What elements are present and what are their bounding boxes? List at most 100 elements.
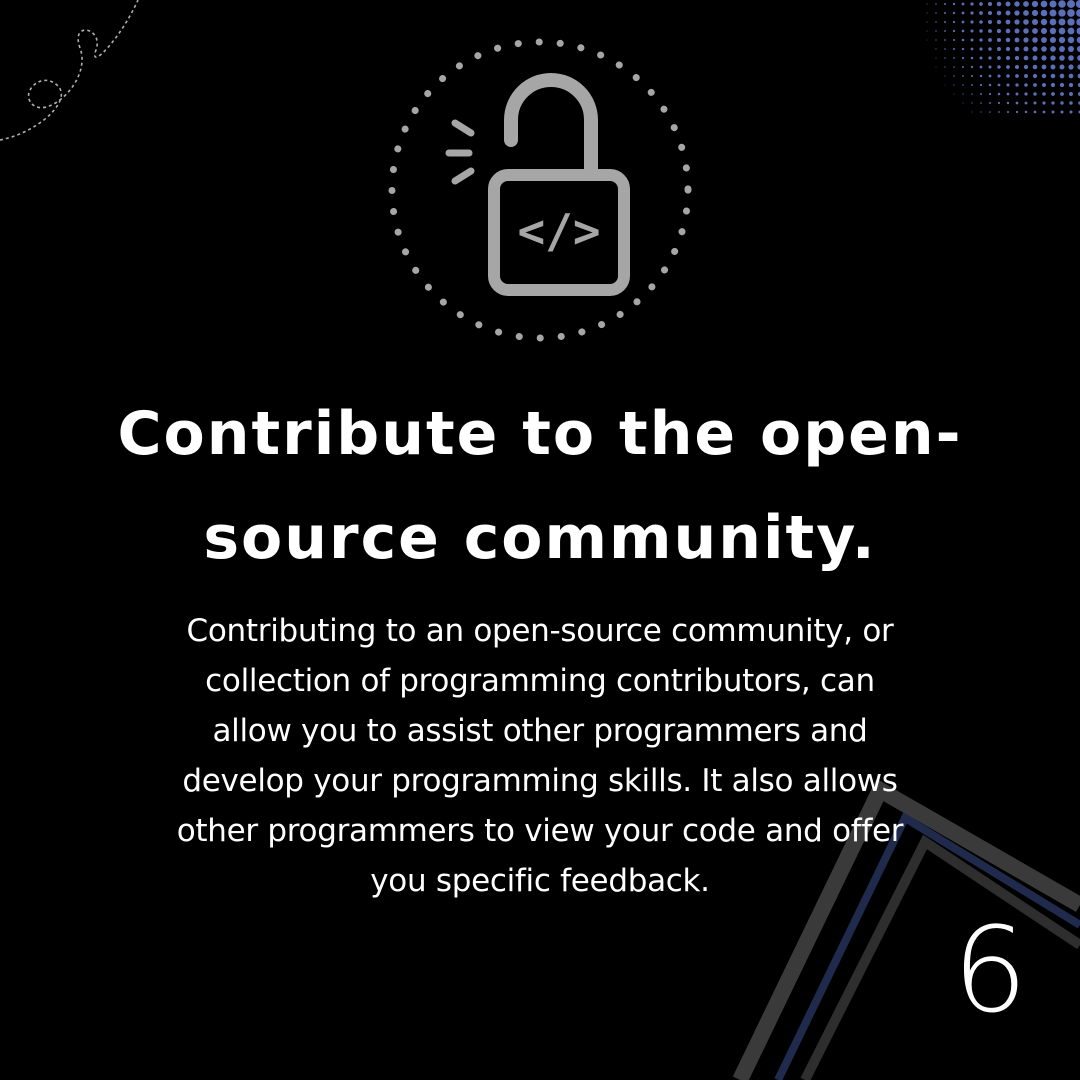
body-line: other programmers to view your code and … [176, 813, 904, 849]
padlock-svg: </> [388, 38, 692, 342]
halftone-dot [1015, 74, 1019, 78]
halftone-dot [944, 39, 946, 41]
halftone-dot [952, 20, 956, 24]
halftone-dot [996, 37, 1002, 43]
halftone-dot [997, 65, 1001, 69]
halftone-dot [1023, 19, 1029, 25]
halftone-dot [979, 29, 983, 33]
halftone-dot [944, 12, 946, 14]
halftone-dot [1032, 55, 1038, 61]
halftone-dot [1051, 101, 1055, 105]
halftone-dot [988, 47, 992, 51]
halftone-dot [1023, 28, 1029, 34]
halftone-dot [1060, 92, 1064, 96]
halftone-dot [962, 84, 964, 86]
halftone-dot [953, 66, 955, 68]
halftone-dot [1067, 0, 1075, 8]
halftone-dot [1014, 19, 1020, 25]
code-glyph: </> [517, 204, 600, 258]
halftone-dot [935, 48, 937, 50]
halftone-dot [1015, 92, 1019, 96]
halftone-dot [996, 1, 1002, 7]
halftone-dot [961, 56, 965, 60]
halftone-dot [997, 74, 1001, 78]
halftone-dot [970, 38, 974, 42]
halftone-dot [1023, 64, 1029, 70]
halftone-dot [1040, 9, 1048, 17]
halftone-dot [1014, 46, 1020, 52]
unlocked-padlock-code-icon: </> [385, 35, 695, 345]
halftone-dot [944, 66, 946, 68]
halftone-dot [1076, 9, 1080, 17]
halftone-dot [1005, 10, 1011, 16]
halftone-dot [953, 84, 955, 86]
halftone-dot [1058, 0, 1066, 8]
halftone-dot [926, 12, 928, 14]
halftone-dot [944, 84, 946, 86]
halftone-dot [988, 56, 992, 60]
halftone-dot [970, 65, 974, 69]
halftone-dot [1006, 65, 1010, 69]
halftone-dot [996, 10, 1002, 16]
halftone-dot [1069, 110, 1073, 114]
halftone-dot [980, 111, 982, 113]
halftone-dot [935, 21, 937, 23]
halftone-dot [961, 2, 965, 6]
halftone-dot [1006, 92, 1010, 96]
body-line: develop your programming skills. It also… [182, 763, 898, 799]
halftone-dot [1067, 9, 1075, 17]
halftone-dot [944, 57, 946, 59]
halftone-dot [979, 65, 983, 69]
halftone-dot [988, 29, 992, 33]
halftone-dot [979, 74, 983, 78]
halftone-dot [1041, 55, 1047, 61]
halftone-dot [1067, 27, 1075, 35]
halftone-dot [1014, 37, 1020, 43]
halftone-dot [1006, 83, 1010, 87]
halftone-dot [962, 66, 964, 68]
halftone-dot [935, 66, 937, 68]
halftone-dot [1049, 36, 1057, 44]
halftone-dot [926, 30, 928, 32]
halftone-dot [987, 10, 993, 16]
halftone-dot [953, 93, 955, 95]
halftone-dot [979, 38, 983, 42]
halftone-dot [952, 29, 956, 33]
halftone-dot [926, 3, 928, 5]
halftone-dot [953, 57, 955, 59]
halftone-dot [1067, 45, 1075, 53]
halftone-dot [953, 75, 955, 77]
halftone-dot [997, 56, 1001, 60]
halftone-dot [1069, 101, 1073, 105]
halftone-dot [979, 47, 983, 51]
halftone-dot [1032, 28, 1038, 34]
halftone-dot [1005, 28, 1011, 34]
headline-line-1: Contribute to the open- [117, 399, 963, 469]
halftone-dot [1006, 101, 1010, 105]
halftone-dot [1033, 92, 1037, 96]
halftone-dot [962, 102, 964, 104]
halftone-dot [935, 3, 937, 5]
halftone-dot [988, 74, 992, 78]
halftone-dot [989, 102, 991, 104]
halftone-dot [970, 47, 974, 51]
halftone-dot [1060, 110, 1064, 114]
halftone-dot [1067, 18, 1075, 26]
halftone-dot [1005, 19, 1011, 25]
halftone-dot [1023, 37, 1029, 43]
halftone-dot [1049, 27, 1057, 35]
halftone-dot [1059, 73, 1065, 79]
halftone-dot [1031, 9, 1039, 17]
halftone-dot [1040, 18, 1048, 26]
body-line: you specific feedback. [370, 863, 710, 899]
headline: Contribute to the open- source community… [0, 382, 1080, 590]
halftone-dot [1024, 74, 1028, 78]
halftone-dot [962, 75, 964, 77]
halftone-dot [1041, 46, 1047, 52]
halftone-dot [988, 38, 992, 42]
halftone-dot [971, 111, 973, 113]
halftone-dot [1032, 46, 1038, 52]
halftone-dot [944, 21, 946, 23]
halftone-dot [1033, 101, 1037, 105]
halftone-dot [996, 28, 1002, 34]
